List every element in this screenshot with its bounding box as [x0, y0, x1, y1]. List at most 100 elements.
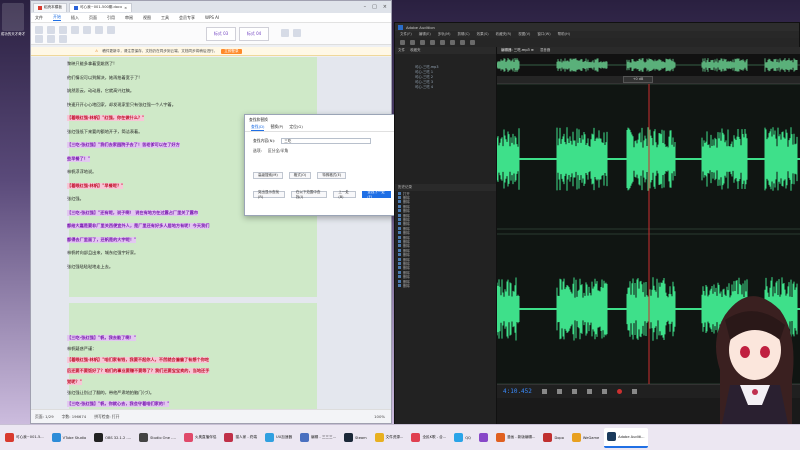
- marquee-icon[interactable]: [450, 40, 455, 45]
- play-icon[interactable]: [556, 389, 562, 394]
- close-icon[interactable]: ×: [124, 6, 127, 10]
- gain-readout[interactable]: +0 dB: [623, 76, 653, 83]
- font-icon[interactable]: [47, 26, 55, 34]
- menu-item-view[interactable]: 视图: [143, 15, 151, 21]
- indent-icon[interactable]: [47, 35, 55, 43]
- document-paragraph[interactable]: 姚然悲云，动动眉，它就高兴红稿。: [67, 88, 134, 94]
- razor-tool-icon[interactable]: [430, 40, 435, 45]
- taskbar-item[interactable]: UU加速器: [262, 428, 295, 448]
- style-04-button[interactable]: 标式 04: [239, 27, 269, 41]
- record-icon[interactable]: [616, 389, 622, 394]
- italic-icon[interactable]: [71, 26, 79, 34]
- audition-menu-item[interactable]: 编辑(E): [419, 32, 431, 37]
- audition-menu-item[interactable]: 收藏夹(R): [496, 32, 512, 37]
- taskbar-item[interactable]: QQ: [451, 428, 474, 448]
- forward-icon[interactable]: [601, 389, 607, 394]
- taskbar-item[interactable]: 可心我~001-5...: [2, 428, 47, 448]
- taskbar-item[interactable]: Steam: [341, 428, 370, 448]
- menu-item-page[interactable]: 页面: [89, 15, 97, 21]
- taskbar-item[interactable]: VTube Studio: [49, 428, 89, 448]
- format-button[interactable]: 格式(O): [288, 172, 312, 179]
- desktop-app-icon[interactable]: [2, 3, 24, 31]
- audition-menu-item[interactable]: 剪辑(C): [457, 32, 469, 37]
- advanced-search-button[interactable]: 高级搜索(M): [253, 172, 283, 179]
- tab-mixer[interactable]: 混音器: [540, 48, 551, 53]
- waveform-view-icon[interactable]: [400, 40, 405, 45]
- taskbar-item[interactable]: WeGame: [569, 428, 602, 448]
- menu-item-insert[interactable]: 插入: [71, 15, 79, 21]
- audition-menu-item[interactable]: 文件(F): [400, 32, 412, 37]
- taskbar-item[interactable]: 编辑 - 三三三...: [297, 428, 339, 448]
- zoom-level[interactable]: 100%: [374, 414, 385, 419]
- move-tool-icon[interactable]: [420, 40, 425, 45]
- previous-button[interactable]: 上一处(B): [333, 190, 357, 199]
- spell-check-status[interactable]: 拼写检查: 打开: [94, 414, 119, 420]
- find-input[interactable]: 三吃: [281, 138, 372, 144]
- list-icon[interactable]: [35, 35, 43, 43]
- time-select-icon[interactable]: [440, 40, 445, 45]
- wps-tab-document[interactable]: 可心我~001-500期.docx ×: [68, 2, 133, 12]
- document-paragraph[interactable]: 林帆疑惑严谨：: [67, 346, 96, 352]
- taskbar-item[interactable]: OBS 32.1.2 -...: [91, 428, 134, 448]
- document-paragraph[interactable]: 【三吃-张红强】"帆，你就心去，我会守着咱们家的！": [67, 401, 170, 407]
- tab-replace[interactable]: 替换(P): [270, 124, 283, 131]
- menu-item-reference[interactable]: 引用: [107, 15, 115, 21]
- document-paragraph[interactable]: 张红强。: [67, 196, 84, 202]
- lasso-icon[interactable]: [460, 40, 465, 45]
- menu-item-home[interactable]: 开始: [53, 14, 61, 21]
- document-paragraph[interactable]: 张红强低下来要的额地开子，简洁表着。: [67, 129, 142, 135]
- align-icon[interactable]: [107, 26, 115, 34]
- document-paragraph[interactable]: 【着眼红强-林帆】"早餐呢？": [67, 182, 124, 189]
- audition-menu-item[interactable]: 视图(V): [518, 32, 530, 37]
- document-paragraph[interactable]: 【着眼红强-林帆】"红强，你在做什么？": [67, 115, 145, 121]
- menu-item-member[interactable]: 会员专享: [179, 15, 195, 21]
- taskbar-item[interactable]: Dopo: [540, 428, 566, 448]
- tab-goto[interactable]: 定位(G): [289, 124, 303, 131]
- menu-item-file[interactable]: 文件: [35, 15, 43, 21]
- document-paragraph[interactable]: 【三吃-张红强】"我们去家园院子去了！苦老爹可以在了好方: [67, 142, 180, 148]
- wps-tab-template[interactable]: 稻壳本模板: [33, 2, 67, 12]
- taskbar-item[interactable]: 漫画 - 新版编辑...: [493, 428, 539, 448]
- time-ruler[interactable]: +0 dB: [497, 76, 800, 84]
- taskbar-item[interactable]: 猫人家 - 终端: [221, 428, 260, 448]
- document-paragraph[interactable]: 快速开开心心地回家，却发现家里只有张红强一个人宇着。: [67, 102, 176, 108]
- brush-icon[interactable]: [470, 40, 475, 45]
- stop-icon[interactable]: [541, 389, 547, 394]
- history-item[interactable]: 删除: [395, 283, 496, 288]
- document-canvas[interactable]: 黎映只能多拿着宽姚然了! 他们情况可以到解决，她再拍着宽于了! 姚然悲云，动动眉，它…: [31, 57, 391, 409]
- close-window-icon[interactable]: ×: [383, 4, 387, 10]
- tab-find[interactable]: 查找(D): [251, 124, 265, 131]
- special-format-button[interactable]: 特殊格式(E): [317, 172, 347, 179]
- audition-menu-item[interactable]: 窗口(W): [537, 32, 550, 37]
- taskbar-item[interactable]: 火奥直播伴侣: [181, 428, 220, 448]
- document-paragraph[interactable]: 都得去厂里面了，还帆是的大宇呢！": [67, 236, 137, 243]
- tab-editor[interactable]: 编辑器: 三吃.mp3 ≡: [501, 48, 534, 53]
- spacing-icon[interactable]: [59, 35, 67, 43]
- rewind-icon[interactable]: [586, 389, 592, 394]
- paste-icon[interactable]: [35, 26, 43, 34]
- loop-icon[interactable]: [631, 389, 637, 394]
- document-paragraph[interactable]: 后还要不要饭好了？咱们的事业要赚不要等了？我们还要宝宝卖的，当地还手: [67, 368, 210, 374]
- menu-item-review[interactable]: 审阅: [125, 15, 133, 21]
- color-icon[interactable]: [95, 26, 103, 34]
- audition-menu-item[interactable]: 帮助(H): [558, 32, 570, 37]
- style-03-button[interactable]: 标式 03: [206, 27, 236, 41]
- document-paragraph[interactable]: 【三吃-张红强】"帆，我去能了啊！": [67, 335, 136, 341]
- select-icon[interactable]: [293, 29, 301, 37]
- find-next-button[interactable]: 查找下一处(F): [362, 190, 391, 199]
- find-in-button[interactable]: 在以下范围中查找(I): [290, 190, 328, 199]
- document-paragraph[interactable]: 黎映只能多拿着宽姚然了!: [67, 61, 115, 67]
- file-item[interactable]: 可心-三吃 4: [395, 84, 496, 89]
- bold-icon[interactable]: [59, 26, 67, 34]
- document-paragraph[interactable]: 都给大嘉是要非厂里关西便宜外人，是厂里还有好多人居地方有呢！今天我们: [67, 223, 210, 229]
- document-paragraph[interactable]: 觉呢？": [67, 379, 82, 385]
- taskbar-item[interactable]: Adobe Auditi...: [604, 427, 648, 448]
- document-paragraph[interactable]: 林帆浮浮地说。: [67, 169, 96, 175]
- taskbar-item[interactable]: [476, 428, 491, 448]
- menu-item-ai[interactable]: WPS AI: [205, 15, 219, 20]
- document-paragraph[interactable]: 些早餐了！": [67, 155, 91, 162]
- underline-icon[interactable]: [83, 26, 91, 34]
- document-paragraph[interactable]: 林帆转向部且出来，城东红强宇好家。: [67, 250, 138, 256]
- menu-item-tools[interactable]: 工具: [161, 15, 169, 21]
- multitrack-view-icon[interactable]: [410, 40, 415, 45]
